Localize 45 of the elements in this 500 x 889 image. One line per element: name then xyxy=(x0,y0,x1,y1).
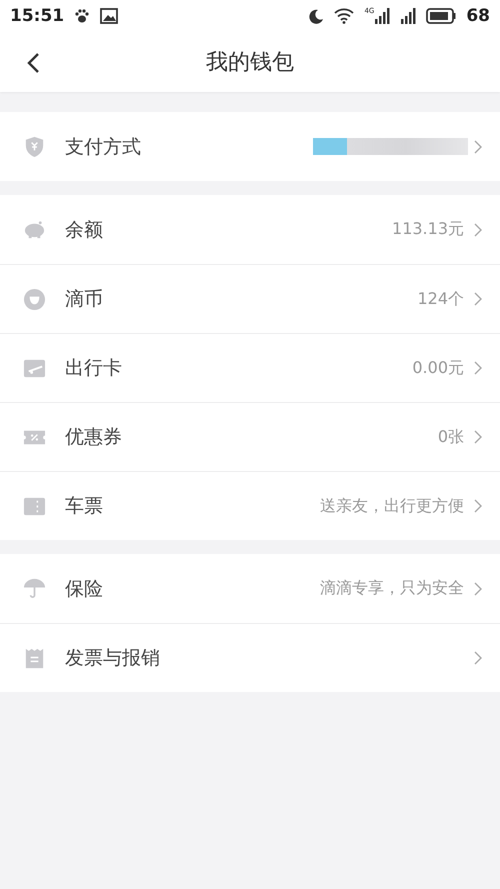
row-label: 优惠券 xyxy=(65,425,123,450)
chevron-right-icon xyxy=(474,430,482,444)
row-value: 0张 xyxy=(438,426,464,448)
row-label: 发票与报销 xyxy=(65,646,161,671)
row-label: 出行卡 xyxy=(65,356,123,381)
page-title: 我的钱包 xyxy=(206,49,294,77)
chevron-right-icon xyxy=(474,499,482,513)
signal-icon xyxy=(400,8,416,24)
image-icon xyxy=(100,8,118,24)
umbrella-icon xyxy=(23,577,46,600)
menu-row[interactable]: 优惠券 0张 xyxy=(0,402,500,471)
row-value: 0.00元 xyxy=(412,358,464,378)
wifi-icon xyxy=(334,8,354,24)
shield-icon xyxy=(23,135,46,158)
chevron-right-icon xyxy=(474,140,482,154)
menu-row[interactable]: 出行卡 0.00元 xyxy=(0,333,500,402)
menu-row[interactable]: 保险 滴滴专享，只为安全 xyxy=(0,554,500,623)
menu-row[interactable]: 滴币 124个 xyxy=(0,264,500,333)
paw-icon xyxy=(74,8,90,24)
row-value: 送亲友，出行更方便 xyxy=(320,496,464,516)
menu-row[interactable]: 车票 送亲友，出行更方便 xyxy=(0,471,500,540)
menu-row[interactable]: 余额 113.13元 xyxy=(0,195,500,264)
row-value: 滴滴专享，只为安全 xyxy=(320,578,464,599)
coin-icon xyxy=(23,288,46,310)
row-value: 113.13元 xyxy=(392,219,464,240)
row-label: 保险 xyxy=(65,576,104,602)
back-button[interactable] xyxy=(26,52,40,74)
chevron-right-icon xyxy=(474,292,482,306)
row-label: 滴币 xyxy=(65,287,104,312)
battery-level: 68 xyxy=(466,6,490,26)
chevron-right-icon xyxy=(474,651,482,665)
receipt-icon xyxy=(23,646,46,670)
signal-icon xyxy=(374,8,390,24)
row-value: 124个 xyxy=(417,288,464,310)
menu-row[interactable]: 支付方式 xyxy=(0,112,500,181)
menu-row[interactable]: 发票与报销 xyxy=(0,623,500,692)
status-time: 15:51 xyxy=(10,6,64,26)
moon-icon xyxy=(308,8,324,24)
row-label: 支付方式 xyxy=(65,134,142,160)
row-label: 余额 xyxy=(65,218,104,242)
row-label: 车票 xyxy=(65,494,104,519)
battery-icon xyxy=(426,8,456,24)
chevron-right-icon xyxy=(474,582,482,596)
chevron-right-icon xyxy=(474,361,482,375)
chevron-right-icon xyxy=(474,222,482,236)
